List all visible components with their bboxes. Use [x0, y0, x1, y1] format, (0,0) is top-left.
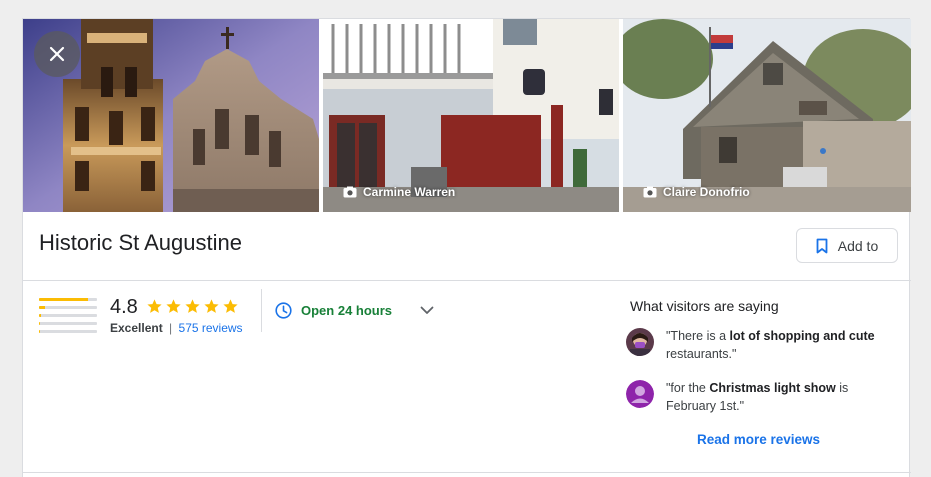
star-icon: [185, 299, 200, 313]
rating-bar-fill: [39, 306, 45, 309]
photo-schoolhouse[interactable]: Claire Donofrio: [623, 19, 911, 212]
review-quote: "There is a lot of shopping and cute res…: [626, 327, 898, 363]
divider: [23, 280, 911, 281]
review-quote-text: "for the Christmas light show is Februar…: [666, 379, 898, 415]
divider: [23, 472, 911, 473]
star-icon: [204, 299, 219, 313]
camera-icon: [343, 186, 357, 198]
review-text: restaurants.": [666, 347, 737, 361]
rating-separator: |: [169, 321, 173, 335]
photo-storefront[interactable]: Carmine Warren: [323, 19, 619, 212]
photo-credit-name: Carmine Warren: [363, 185, 456, 199]
rating-stars: [146, 298, 239, 315]
clock-icon: [275, 302, 292, 319]
rating-bar-fill: [39, 314, 41, 317]
hours-status: Open 24 hours: [301, 303, 393, 318]
visitors-heading: What visitors are saying: [630, 298, 779, 314]
rating-bar: [39, 314, 97, 317]
star-icon: [223, 299, 238, 313]
read-more-reviews-link[interactable]: Read more reviews: [697, 432, 820, 447]
camera-icon: [643, 186, 657, 198]
rating-bar-fill: [39, 330, 40, 333]
rating-summary: Excellent | 575 reviews: [110, 321, 243, 335]
place-card: Carmine Warren Claire Donofrio Historic …: [22, 18, 911, 477]
close-button[interactable]: [34, 31, 80, 77]
close-icon: [49, 46, 65, 62]
rating-bar-fill: [39, 322, 40, 325]
person-avatar: [626, 380, 654, 408]
photo-credit-name: Claire Donofrio: [663, 185, 750, 199]
rating-distribution: [39, 298, 97, 338]
review-highlight: Christmas light show: [709, 381, 836, 395]
review-text: "for the: [666, 381, 710, 395]
photo-credit: Carmine Warren: [343, 185, 455, 199]
rating-bar: [39, 330, 97, 333]
star-icon: [147, 299, 162, 313]
rating-bar: [39, 306, 97, 309]
chevron-down-icon: [420, 306, 434, 314]
reviews-link[interactable]: 575 reviews: [179, 321, 243, 335]
add-to-label: Add to: [837, 237, 879, 254]
review-quote: "for the Christmas light show is Februar…: [626, 379, 898, 415]
photo-credit: Claire Donofrio: [643, 185, 750, 199]
rating-bar: [39, 322, 97, 325]
page-title: Historic St Augustine: [39, 230, 242, 255]
photo-strip: Carmine Warren Claire Donofrio: [23, 19, 911, 212]
photo-church[interactable]: [23, 19, 319, 212]
rating-bar: [39, 298, 97, 301]
review-highlight: lot of shopping and cute: [729, 329, 875, 343]
review-text: "There is a: [666, 329, 730, 343]
review-quote-text: "There is a lot of shopping and cute res…: [666, 327, 898, 363]
rating-bar-fill: [39, 298, 89, 301]
vertical-divider: [261, 289, 262, 332]
add-to-button[interactable]: Add to: [796, 228, 898, 263]
bookmark-icon: [816, 238, 828, 253]
rating-label: Excellent: [110, 321, 163, 335]
photo-avatar: [626, 328, 654, 356]
rating-score: 4.8: [110, 296, 138, 318]
hours-toggle[interactable]: Open 24 hours: [275, 302, 434, 319]
star-icon: [166, 299, 181, 313]
